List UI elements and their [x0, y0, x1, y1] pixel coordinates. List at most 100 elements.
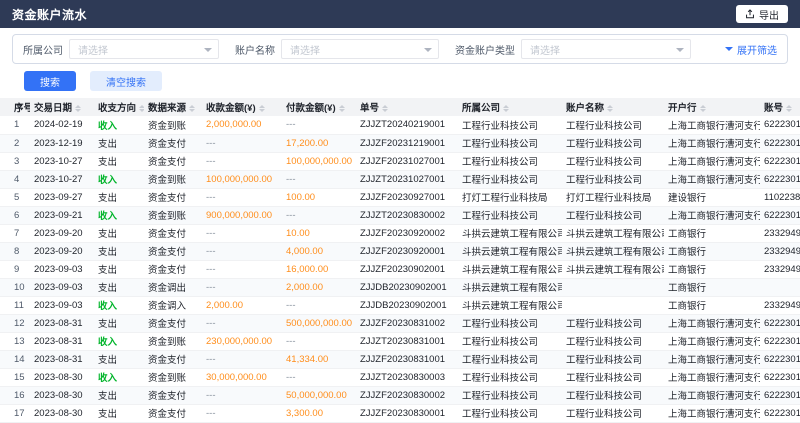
cell-payment: --- — [282, 170, 356, 188]
cell-source: 资金支付 — [144, 134, 202, 152]
cell-payment: 100.00 — [282, 188, 356, 206]
sort-icon[interactable] — [139, 105, 144, 112]
sort-icon[interactable] — [382, 105, 388, 112]
table-row: 122023-08-31支出资金支付---500,000,000.00ZJJZF… — [0, 314, 800, 332]
cell-date: 2023-08-30 — [30, 386, 94, 404]
cell-receipt: --- — [202, 224, 282, 242]
cell-no: 1 — [0, 116, 30, 134]
sort-icon[interactable] — [189, 105, 195, 112]
company-select[interactable]: 请选择 — [69, 39, 219, 59]
chevron-down-icon — [204, 48, 212, 52]
sort-icon[interactable] — [700, 105, 706, 112]
account-type-select[interactable]: 请选择 — [521, 39, 691, 59]
cell-company: 工程行业科技公司 — [458, 206, 562, 224]
cell-number: 62223011 — [760, 332, 800, 350]
cell-receipt: --- — [202, 152, 282, 170]
chevron-down-icon — [676, 48, 684, 52]
cell-order: ZJJZF20231027001 — [356, 152, 458, 170]
table-row: 92023-09-03支出资金支付---16,000.00ZJJZF202309… — [0, 260, 800, 278]
column-header[interactable]: 开户行 — [664, 98, 760, 116]
cell-company: 工程行业科技公司 — [458, 332, 562, 350]
cell-receipt: 30,000,000.00 — [202, 368, 282, 386]
cell-order: ZJJZF20230920002 — [356, 224, 458, 242]
cell-account: 工程行业科技公司 — [562, 404, 664, 422]
cell-direction: 收入 — [94, 332, 144, 350]
transactions-table: 序号交易日期收支方向数据来源收款金额(¥)付款金额(¥)单号所属公司账户名称开户… — [0, 98, 800, 423]
cell-receipt: --- — [202, 242, 282, 260]
cell-source: 资金支付 — [144, 242, 202, 260]
cell-no: 13 — [0, 332, 30, 350]
cell-receipt: --- — [202, 260, 282, 278]
search-button[interactable]: 搜索 — [24, 71, 76, 91]
cell-payment: 2,000.00 — [282, 278, 356, 296]
column-header[interactable]: 所属公司 — [458, 98, 562, 116]
sort-icon[interactable] — [339, 105, 345, 112]
cell-receipt: --- — [202, 278, 282, 296]
cell-company: 斗拱云建筑工程有限公司 — [458, 242, 562, 260]
column-header[interactable]: 收款金额(¥) — [202, 98, 282, 116]
expand-filters-link[interactable]: 展开筛选 — [725, 42, 777, 57]
column-header[interactable]: 数据来源 — [144, 98, 202, 116]
cell-account — [562, 296, 664, 314]
table-row: 32023-10-27支出资金支付---100,000,000.00ZJJZF2… — [0, 152, 800, 170]
cell-source: 资金支付 — [144, 404, 202, 422]
column-header[interactable]: 收支方向 — [94, 98, 144, 116]
table-row: 42023-10-27收入资金到账100,000,000.00---ZJJZT2… — [0, 170, 800, 188]
column-header[interactable]: 付款金额(¥) — [282, 98, 356, 116]
account-name-select[interactable]: 请选择 — [281, 39, 439, 59]
column-header[interactable]: 账号 — [760, 98, 800, 116]
cell-direction: 支出 — [94, 134, 144, 152]
cell-no: 10 — [0, 278, 30, 296]
account-type-select-placeholder: 请选择 — [530, 42, 560, 57]
column-header[interactable]: 交易日期 — [30, 98, 94, 116]
cell-source: 资金支付 — [144, 386, 202, 404]
cell-payment: --- — [282, 368, 356, 386]
export-button[interactable]: 导出 — [736, 5, 788, 23]
cell-receipt: --- — [202, 314, 282, 332]
company-select-placeholder: 请选择 — [78, 42, 108, 57]
column-header[interactable]: 账户名称 — [562, 98, 664, 116]
cell-payment: 17,200.00 — [282, 134, 356, 152]
cell-number: 11022382 — [760, 188, 800, 206]
cell-receipt: --- — [202, 188, 282, 206]
column-header[interactable]: 单号 — [356, 98, 458, 116]
page-title: 资金账户流水 — [12, 6, 87, 23]
export-icon — [745, 9, 755, 19]
table-row: 172023-08-30支出资金支付---3,300.00ZJJZF202308… — [0, 404, 800, 422]
sort-icon[interactable] — [607, 105, 613, 112]
cell-number: 62223011 — [760, 386, 800, 404]
sort-icon[interactable] — [75, 105, 81, 112]
cell-company: 工程行业科技公司 — [458, 170, 562, 188]
filter-label-account-type: 资金账户类型 — [455, 42, 515, 57]
cell-bank: 上海工商银行漕河支行 — [664, 386, 760, 404]
cell-number: 62223011 — [760, 116, 800, 134]
cell-number: 23329499 — [760, 296, 800, 314]
cell-date: 2023-08-31 — [30, 314, 94, 332]
cell-source: 资金到账 — [144, 368, 202, 386]
cell-direction: 收入 — [94, 116, 144, 134]
sort-icon[interactable] — [259, 105, 265, 112]
cell-bank: 上海工商银行漕河支行 — [664, 350, 760, 368]
cell-company: 斗拱云建筑工程有限公司 — [458, 224, 562, 242]
cell-account: 打灯工程行业科技局 — [562, 188, 664, 206]
cell-no: 8 — [0, 242, 30, 260]
cell-account: 斗拱云建筑工程有限公司 — [562, 242, 664, 260]
cell-bank: 上海工商银行漕河支行 — [664, 134, 760, 152]
table-row: 72023-09-20支出资金支付---10.00ZJJZF2023092000… — [0, 224, 800, 242]
cell-number: 23329499 — [760, 242, 800, 260]
cell-order: ZJJZF20230920001 — [356, 242, 458, 260]
clear-search-button[interactable]: 清空搜索 — [90, 71, 162, 91]
sort-icon[interactable] — [503, 105, 509, 112]
table-row: 12024-02-19收入资金到账2,000,000.00---ZJJZT202… — [0, 116, 800, 134]
cell-direction: 支出 — [94, 278, 144, 296]
cell-account: 工程行业科技公司 — [562, 134, 664, 152]
cell-number: 62223011 — [760, 206, 800, 224]
sort-icon[interactable] — [786, 105, 792, 112]
cell-payment: --- — [282, 206, 356, 224]
cell-bank: 上海工商银行漕河支行 — [664, 170, 760, 188]
filter-label-company: 所属公司 — [23, 42, 63, 57]
cell-no: 4 — [0, 170, 30, 188]
cell-order: ZJJDB20230902001 — [356, 278, 458, 296]
cell-date: 2023-09-21 — [30, 206, 94, 224]
cell-order: ZJJZT20230830003 — [356, 368, 458, 386]
